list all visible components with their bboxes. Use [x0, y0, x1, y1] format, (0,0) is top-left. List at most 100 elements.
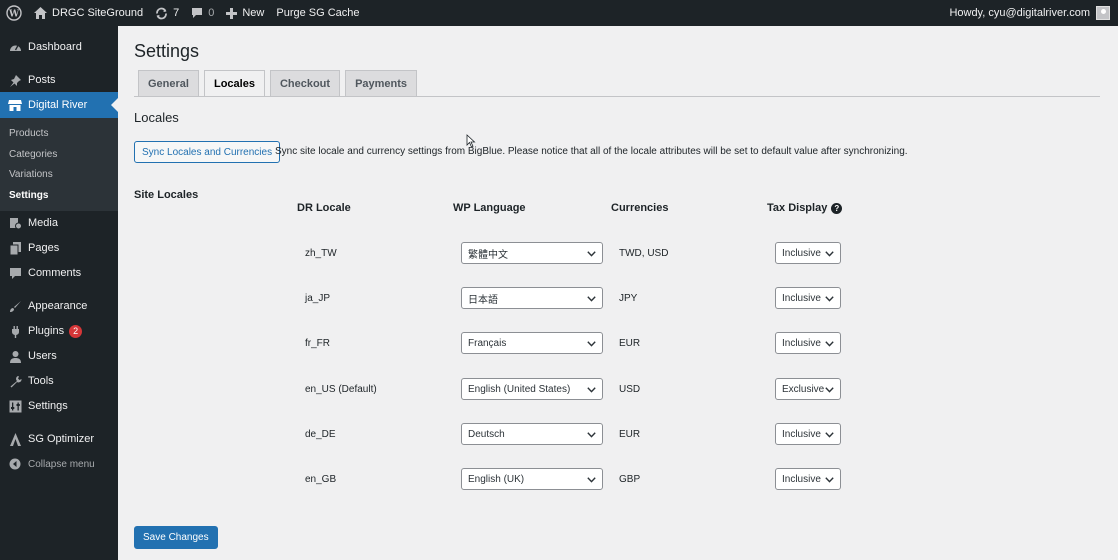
submenu-categories[interactable]: Categories [9, 149, 57, 160]
wp-language-select[interactable]: Deutsch [461, 423, 603, 445]
currencies-value: EUR [619, 338, 641, 349]
menu-media[interactable]: Media [0, 212, 118, 234]
submenu-products[interactable]: Products [9, 128, 48, 139]
comments-icon [8, 266, 22, 280]
wordpress-logo-icon[interactable]: W [0, 0, 28, 26]
chevron-down-icon [825, 294, 834, 305]
collapse-menu-label: Collapse menu [28, 458, 95, 470]
wp-language-value: 日本語 [468, 294, 498, 306]
menu-dashboard-label: Dashboard [28, 41, 82, 53]
column-tax-display-label: Tax Display [767, 202, 828, 214]
users-icon [8, 349, 22, 363]
tax-display-select[interactable]: Inclusive [775, 332, 841, 354]
pages-icon [8, 241, 22, 255]
collapse-menu-button[interactable]: Collapse menu [0, 453, 118, 475]
menu-pages[interactable]: Pages [0, 237, 118, 259]
site-locales-label: Site Locales [134, 189, 199, 201]
menu-appearance[interactable]: Appearance [0, 295, 118, 317]
tab-checkout[interactable]: Checkout [269, 70, 341, 97]
tax-display-value: Inclusive [782, 428, 821, 440]
menu-comments[interactable]: Comments [0, 262, 118, 284]
new-content-link[interactable]: New [220, 0, 270, 26]
submenu-variations[interactable]: Variations [9, 169, 53, 180]
chevron-down-icon [587, 294, 596, 305]
chevron-down-icon [587, 339, 596, 350]
menu-users-label: Users [28, 350, 57, 362]
dr-locale-code: fr_FR [305, 338, 330, 349]
menu-tools[interactable]: Tools [0, 370, 118, 392]
sync-description: Sync site locale and currency settings f… [275, 146, 908, 157]
tab-payments[interactable]: Payments [345, 70, 418, 97]
menu-digital-river-label: Digital River [28, 99, 88, 111]
wp-language-select[interactable]: English (UK) [461, 468, 603, 490]
chevron-down-icon [825, 475, 834, 486]
media-icon [8, 216, 22, 230]
mouse-cursor-icon [466, 134, 476, 151]
home-icon [34, 7, 47, 19]
plugins-update-badge: 2 [69, 324, 83, 338]
menu-media-label: Media [28, 217, 58, 229]
menu-plugins[interactable]: Plugins 2 [0, 320, 118, 342]
admin-bar: W DRGC SiteGround 7 0 New Purge SG Cache… [0, 0, 1118, 26]
site-name: DRGC SiteGround [52, 7, 144, 19]
admin-sidebar: Dashboard Posts Digital River Products C… [0, 26, 118, 560]
updates-link[interactable]: 7 [149, 0, 185, 26]
paintbrush-icon [8, 299, 22, 313]
tab-general[interactable]: General [138, 70, 199, 97]
account-menu[interactable]: Howdy, cyu@digitalriver.com [943, 0, 1118, 26]
tax-display-select[interactable]: Inclusive [775, 468, 841, 490]
comment-bubble-icon [192, 8, 203, 18]
settings-sliders-icon [8, 399, 22, 413]
chevron-down-icon [825, 385, 834, 396]
wp-language-value: Français [468, 337, 507, 349]
svg-text:W: W [8, 10, 20, 20]
wp-language-value: Deutsch [468, 428, 505, 440]
collapse-arrow-icon [8, 457, 22, 471]
currencies-value: GBP [619, 474, 641, 485]
comments-link[interactable]: 0 [185, 0, 220, 26]
menu-sg-optimizer[interactable]: SG Optimizer [0, 428, 118, 450]
help-icon[interactable]: ? [831, 202, 843, 214]
wp-language-select[interactable]: Français [461, 332, 603, 354]
column-tax-display: Tax Display ? [767, 202, 843, 214]
sync-locales-button[interactable]: Sync Locales and Currencies [134, 141, 281, 163]
submenu-settings[interactable]: Settings [9, 190, 48, 201]
currencies-value: JPY [619, 293, 638, 304]
tax-display-select[interactable]: Inclusive [775, 287, 841, 309]
save-changes-button[interactable]: Save Changes [134, 526, 218, 549]
site-name-link[interactable]: DRGC SiteGround [28, 0, 149, 26]
wp-language-value: 繁體中文 [468, 249, 508, 261]
chevron-down-icon [825, 339, 834, 350]
wp-language-select[interactable]: 日本語 [461, 287, 603, 309]
column-wp-language: WP Language [453, 202, 526, 214]
section-title: Locales [134, 110, 179, 125]
tab-locales[interactable]: Locales [203, 70, 265, 97]
tax-display-value: Exclusive [782, 383, 825, 395]
settings-tabs: General Locales Checkout Payments [138, 70, 422, 97]
wp-language-select[interactable]: English (United States) [461, 378, 603, 400]
tax-display-select[interactable]: Inclusive [775, 242, 841, 264]
dr-locale-code: en_US (Default) [305, 384, 377, 395]
digital-river-submenu: Products Categories Variations Settings [0, 118, 118, 211]
menu-posts[interactable]: Posts [0, 69, 118, 91]
wp-language-value: English (United States) [468, 383, 571, 395]
dr-locale-code: zh_TW [305, 248, 337, 259]
menu-dashboard[interactable]: Dashboard [0, 36, 118, 58]
tax-display-select[interactable]: Exclusive [775, 378, 841, 400]
tax-display-select[interactable]: Inclusive [775, 423, 841, 445]
dr-locale-code: en_GB [305, 474, 337, 485]
chevron-down-icon [825, 430, 834, 441]
chevron-down-icon [587, 385, 596, 396]
updates-icon [156, 7, 167, 19]
main-content: Settings General Locales Checkout Paymen… [118, 26, 1118, 560]
comments-count: 0 [208, 7, 215, 19]
wp-language-select[interactable]: 繁體中文 [461, 242, 603, 264]
tax-display-value: Inclusive [782, 292, 821, 304]
tax-display-value: Inclusive [782, 337, 821, 349]
purge-cache-link[interactable]: Purge SG Cache [270, 0, 365, 26]
store-icon [8, 98, 22, 112]
chevron-down-icon [825, 249, 834, 260]
menu-digital-river[interactable]: Digital River [0, 92, 118, 118]
menu-users[interactable]: Users [0, 345, 118, 367]
menu-settings[interactable]: Settings [0, 395, 118, 417]
